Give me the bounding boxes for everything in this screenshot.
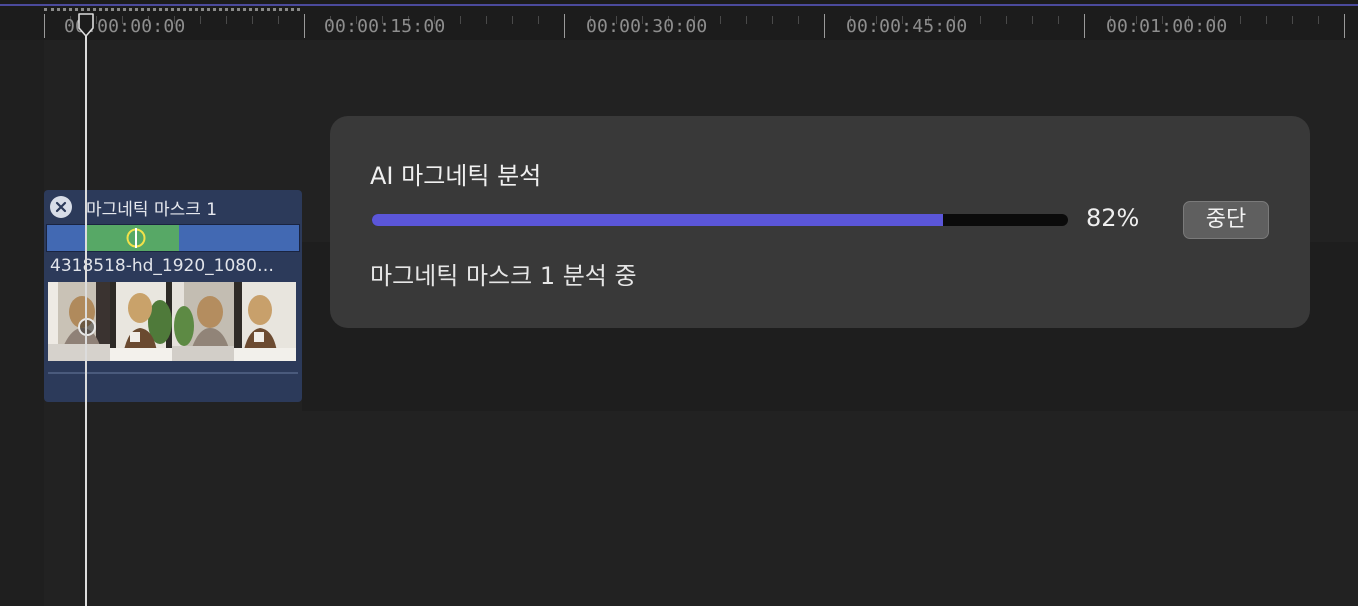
video-clip[interactable]: 마그네틱 마스크 1 4318518-hd_1920_1080… xyxy=(44,190,302,402)
ruler-label-15s: 00:00:15:00 xyxy=(324,16,446,37)
ruler-minor-tick xyxy=(980,16,981,24)
range-indicator xyxy=(44,8,300,11)
close-icon[interactable] xyxy=(50,196,72,218)
ruler-minor-tick xyxy=(200,16,201,24)
ruler-major-tick xyxy=(1344,14,1345,38)
ruler-label-60s: 00:01:00:00 xyxy=(1106,16,1228,37)
ruler-minor-tick xyxy=(1318,16,1319,24)
progress-fill xyxy=(372,214,943,226)
timeline-ruler[interactable]: 00:00:00:00 00:00:15:00 00:00:30:00 00:0… xyxy=(0,6,1358,40)
ruler-major-tick xyxy=(824,14,825,38)
ruler-minor-tick xyxy=(746,16,747,24)
ruler-label-45s: 00:00:45:00 xyxy=(846,16,968,37)
ruler-minor-tick xyxy=(1240,16,1241,24)
ruler-label-30s: 00:00:30:00 xyxy=(586,16,708,37)
progress-percent: 82% xyxy=(1086,204,1140,232)
ruler-minor-tick xyxy=(1266,16,1267,24)
playhead-line[interactable] xyxy=(85,24,87,606)
ruler-minor-tick xyxy=(1006,16,1007,24)
ruler-minor-tick xyxy=(772,16,773,24)
status-text: 마그네틱 마스크 1 분석 중 xyxy=(370,262,637,290)
ruler-minor-tick xyxy=(1032,16,1033,24)
thumbnail-4 xyxy=(234,282,296,361)
stop-button[interactable]: 중단 xyxy=(1183,201,1269,239)
mask-effect-header: 마그네틱 마스크 1 xyxy=(44,190,302,220)
ruler-minor-tick xyxy=(278,16,279,24)
ruler-minor-tick xyxy=(1058,16,1059,24)
thumbnail-3 xyxy=(172,282,234,361)
ruler-minor-tick xyxy=(1292,16,1293,24)
ruler-minor-tick xyxy=(538,16,539,24)
ruler-minor-tick xyxy=(512,16,513,24)
playhead-icon[interactable] xyxy=(77,12,95,38)
track-header-strip xyxy=(0,40,44,606)
dialog-title: AI 마그네틱 분석 xyxy=(370,162,542,190)
ruler-major-tick xyxy=(44,14,45,38)
ruler-major-tick xyxy=(304,14,305,38)
ruler-minor-tick xyxy=(252,16,253,24)
thumbnail-2 xyxy=(110,282,172,361)
ruler-minor-tick xyxy=(720,16,721,24)
ruler-minor-tick xyxy=(226,16,227,24)
ruler-major-tick xyxy=(564,14,565,38)
keyframe-marker[interactable] xyxy=(78,318,96,336)
analysis-dialog: AI 마그네틱 분석 82% 중단 마그네틱 마스크 1 분석 중 xyxy=(330,116,1310,328)
mask-title: 마그네틱 마스크 1 xyxy=(86,200,218,220)
ruler-minor-tick xyxy=(460,16,461,24)
ruler-minor-tick xyxy=(486,16,487,24)
ruler-major-tick xyxy=(1084,14,1085,38)
progress-bar xyxy=(372,214,1068,226)
ruler-minor-tick xyxy=(798,16,799,24)
mask-handle-icon[interactable] xyxy=(125,227,147,249)
